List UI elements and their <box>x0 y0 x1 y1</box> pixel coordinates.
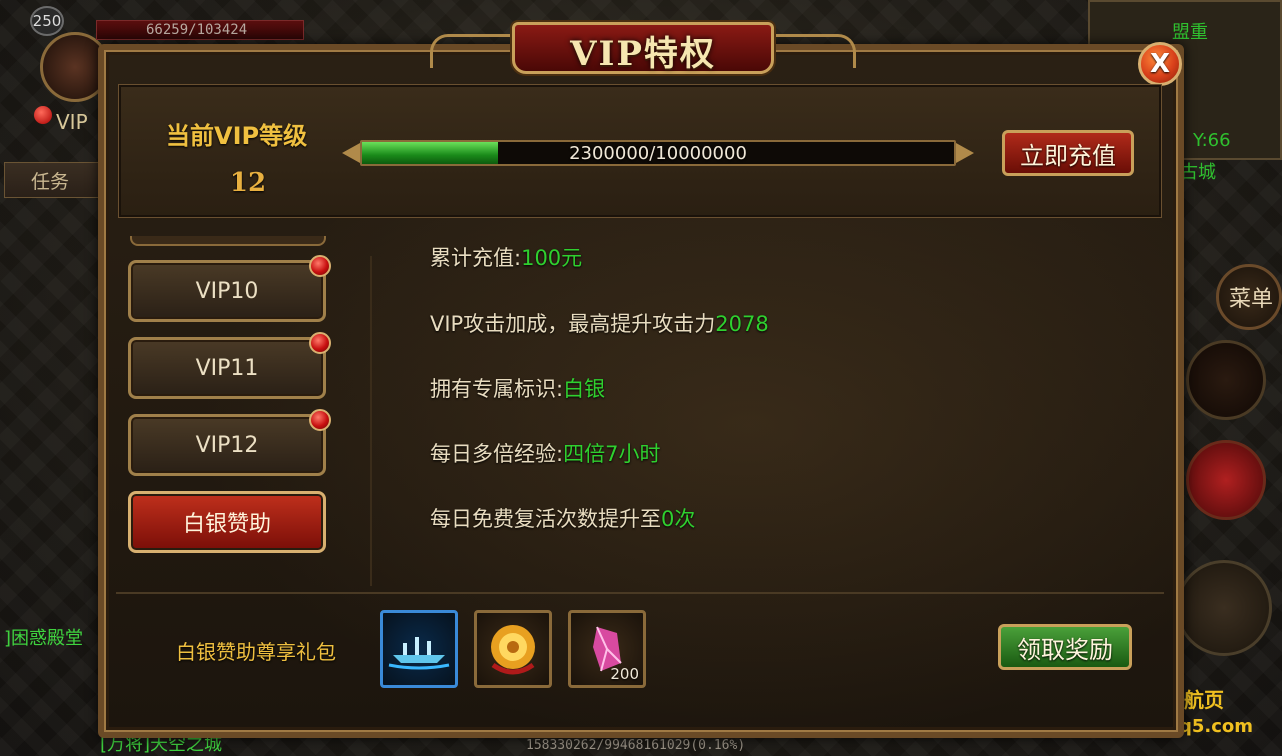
benefit-attack-bonus: VIP攻击加成，最高提升攻击力2078 <box>430 308 769 338</box>
tab-label: VIP10 <box>195 278 259 304</box>
benefit-value: 2078 <box>715 312 769 336</box>
skill-button[interactable] <box>1186 340 1266 420</box>
benefit-label: 累计充值: <box>430 246 522 270</box>
recharge-button[interactable]: 立即充值 <box>1002 130 1134 176</box>
chat-line: ]困惑殿堂 <box>4 628 84 649</box>
event-button[interactable] <box>1186 440 1266 520</box>
divider <box>116 592 1164 594</box>
benefit-value: 白银 <box>563 377 606 401</box>
title-ornament-left <box>430 34 520 68</box>
progress-arrow-left-icon <box>342 143 360 163</box>
progress-arrow-right-icon <box>956 143 974 163</box>
vip-notice-dot <box>34 106 52 124</box>
claim-reward-button[interactable]: 领取奖励 <box>998 624 1132 670</box>
quest-tab[interactable]: 任务 <box>4 162 104 198</box>
tab-label: VIP11 <box>195 355 259 381</box>
menu-button[interactable]: 菜单 <box>1216 264 1282 330</box>
vip-side-label[interactable]: VIP <box>56 110 88 134</box>
current-vip-level-value: 12 <box>229 168 267 198</box>
attack-button[interactable] <box>1176 560 1272 656</box>
benefit-exclusive-badge: 拥有专属标识:白银 <box>430 373 605 403</box>
gift-item[interactable] <box>474 610 552 688</box>
tab-vip12[interactable]: VIP12 <box>128 409 331 476</box>
gift-pack-label: 白银赞助尊享礼包 <box>176 640 336 664</box>
player-exp-text: 158330262/99468161029(0.16%) <box>526 738 746 753</box>
tab-label: 白银赞助 <box>182 512 271 537</box>
hp-text: 66259/103424 <box>146 22 248 38</box>
minimap-title: 盟重 <box>1172 22 1208 43</box>
gold-orb-icon <box>491 625 535 675</box>
dialog-title: VIP特权 <box>570 34 716 74</box>
close-button[interactable]: X <box>1138 42 1182 86</box>
gift-item[interactable] <box>380 610 458 688</box>
red-dot-icon <box>309 255 331 277</box>
minimap-coord: Y:66 <box>1193 130 1231 151</box>
vip-progress-text: 2300000/10000000 <box>569 143 747 164</box>
benefit-label: VIP攻击加成，最高提升攻击力 <box>430 312 716 336</box>
gift-count: 200 <box>610 665 639 683</box>
benefit-label: 每日多倍经验: <box>430 442 564 466</box>
tab-list-scroll-edge <box>130 236 326 246</box>
tab-vip10[interactable]: VIP10 <box>128 255 331 322</box>
benefit-label: 拥有专属标识: <box>430 377 564 401</box>
benefit-value: 四倍7小时 <box>563 442 661 466</box>
benefit-total-recharge: 累计充值:100元 <box>430 242 582 272</box>
benefit-value: 0次 <box>661 507 696 531</box>
ship-icon <box>388 637 450 670</box>
tab-label: VIP12 <box>195 432 259 458</box>
player-level-badge: 250 <box>30 6 64 36</box>
red-dot-icon <box>309 409 331 431</box>
gift-item[interactable]: 200 <box>568 610 646 688</box>
tab-silver-sponsor[interactable]: 白银赞助 <box>128 491 326 553</box>
divider <box>370 256 372 586</box>
title-ornament-right <box>766 34 856 68</box>
benefit-exp-multiplier: 每日多倍经验:四倍7小时 <box>430 438 660 468</box>
benefit-free-revive: 每日免费复活次数提升至0次 <box>430 503 695 533</box>
benefit-label: 每日免费复活次数提升至 <box>430 507 661 531</box>
benefit-value: 100元 <box>521 246 583 270</box>
tab-vip11[interactable]: VIP11 <box>128 332 331 399</box>
red-dot-icon <box>309 332 331 354</box>
current-vip-level-label: 当前VIP等级 <box>166 122 308 150</box>
minimap-area-name: 古城 <box>1180 162 1216 183</box>
